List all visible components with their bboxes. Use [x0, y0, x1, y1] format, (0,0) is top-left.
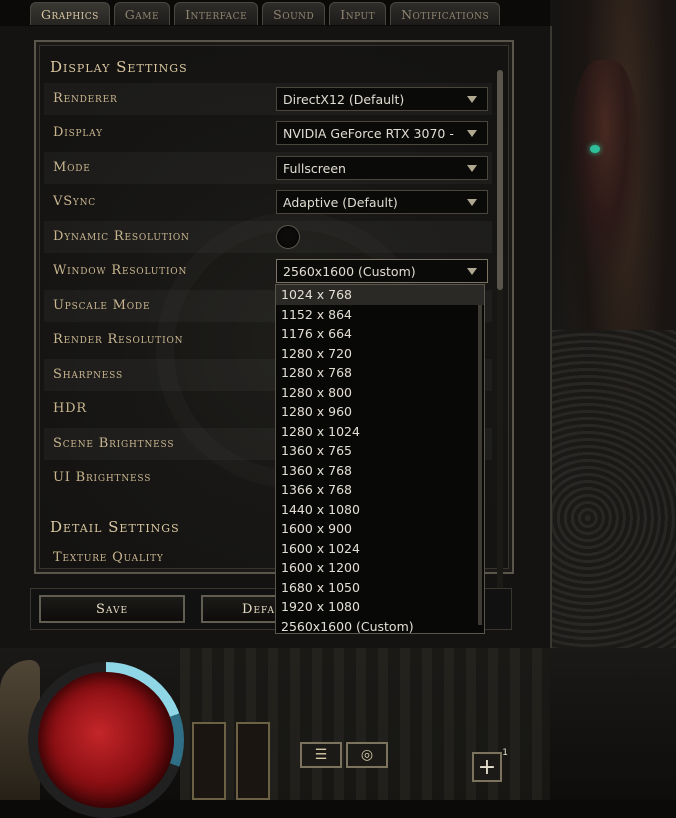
mode-select[interactable]: Fullscreen [276, 156, 488, 180]
resolution-option[interactable]: 1176 x 664 [276, 324, 484, 344]
flask-slot-1[interactable] [192, 722, 226, 800]
window-resolution-select[interactable]: 2560x1600 (Custom) [276, 259, 488, 283]
resolution-option[interactable]: 1280 x 960 [276, 402, 484, 422]
life-orb [38, 672, 174, 808]
display-label: Display [53, 125, 103, 140]
defaults-button[interactable]: Defa [201, 595, 281, 623]
row-mode: Mode Fullscreen [44, 152, 492, 184]
dynamic-resolution-label: Dynamic Resolution [53, 229, 190, 244]
detail-settings-title: Detail Settings [50, 518, 180, 536]
menu-icon: ☰ [314, 747, 328, 763]
resolution-option[interactable]: 1280 x 1024 [276, 422, 484, 442]
resolution-option[interactable]: 1152 x 864 [276, 305, 484, 325]
chevron-down-icon [467, 165, 477, 172]
mode-label: Mode [53, 160, 91, 175]
vsync-value: Adaptive (Default) [283, 195, 398, 210]
resolution-dropdown-list[interactable]: 1024 x 768 1152 x 864 1176 x 664 1280 x … [275, 284, 485, 634]
row-window-resolution: Window Resolution 2560x1600 (Custom) [44, 255, 492, 287]
display-settings-title: Display Settings [50, 58, 188, 76]
display-value: NVIDIA GeForce RTX 3070 - [283, 126, 454, 141]
window-resolution-value: 2560x1600 (Custom) [283, 264, 416, 279]
resolution-option[interactable]: 1600 x 900 [276, 519, 484, 539]
renderer-label: Renderer [53, 91, 118, 106]
row-dynamic-resolution: Dynamic Resolution [44, 221, 492, 253]
vsync-label: VSync [53, 194, 96, 209]
resolution-option[interactable]: 1366 x 768 [276, 480, 484, 500]
resolution-option[interactable]: 1360 x 768 [276, 461, 484, 481]
resolution-option[interactable]: 1600 x 1024 [276, 539, 484, 559]
tab-sound[interactable]: Sound [262, 2, 326, 25]
flask-slot-2[interactable] [236, 722, 270, 800]
scrollbar-thumb[interactable] [497, 70, 503, 290]
menu-button[interactable]: ☰ [300, 742, 342, 768]
currency-button[interactable]: ◎ [346, 742, 388, 768]
character-figure [570, 60, 640, 280]
resolution-option[interactable]: 2560x1600 (Custom) [276, 617, 484, 637]
chevron-down-icon [467, 130, 477, 137]
tab-interface[interactable]: Interface [174, 2, 259, 25]
resolution-option[interactable]: 1440 x 1080 [276, 500, 484, 520]
texture-quality-label: Texture Quality [53, 550, 164, 565]
row-renderer: Renderer DirectX12 (Default) [44, 83, 492, 115]
tab-input[interactable]: Input [329, 2, 387, 25]
chevron-down-icon [467, 96, 477, 103]
vsync-select[interactable]: Adaptive (Default) [276, 190, 488, 214]
gem-glow [590, 145, 600, 153]
dynamic-resolution-toggle[interactable] [276, 225, 300, 249]
render-resolution-label: Render Resolution [53, 332, 184, 347]
scene-brightness-label: Scene Brightness [53, 436, 175, 451]
resolution-option[interactable]: 1280 x 800 [276, 383, 484, 403]
renderer-select[interactable]: DirectX12 (Default) [276, 87, 488, 111]
display-select[interactable]: NVIDIA GeForce RTX 3070 - [276, 121, 488, 145]
settings-tabs: Graphics Game Interface Sound Input Noti… [30, 2, 501, 26]
resolution-option[interactable]: 1280 x 768 [276, 363, 484, 383]
row-display: Display NVIDIA GeForce RTX 3070 - [44, 117, 492, 149]
window-resolution-label: Window Resolution [53, 263, 188, 278]
row-vsync: VSync Adaptive (Default) [44, 186, 492, 218]
mode-value: Fullscreen [283, 161, 346, 176]
save-button[interactable]: Save [39, 595, 185, 623]
upscale-mode-label: Upscale Mode [53, 298, 151, 313]
resolution-option[interactable]: 1920 x 1080 [276, 597, 484, 617]
resolution-option[interactable]: 1360 x 765 [276, 441, 484, 461]
skill-points-badge: 1 [502, 748, 508, 758]
tab-graphics[interactable]: Graphics [30, 2, 110, 25]
tab-notifications[interactable]: Notifications [390, 2, 501, 25]
resolution-option[interactable]: 1280 x 720 [276, 344, 484, 364]
chevron-down-icon [467, 268, 477, 275]
resolution-option[interactable]: 1600 x 1200 [276, 558, 484, 578]
tab-game[interactable]: Game [113, 2, 171, 25]
plus-icon: + [477, 754, 497, 780]
coins-icon: ◎ [360, 747, 374, 763]
hdr-label: HDR [53, 401, 87, 416]
chevron-down-icon [467, 199, 477, 206]
resolution-option[interactable]: 1680 x 1050 [276, 578, 484, 598]
skill-points-button[interactable]: + 1 [472, 748, 508, 782]
renderer-value: DirectX12 (Default) [283, 92, 405, 107]
sharpness-label: Sharpness [53, 367, 123, 382]
settings-scrollbar[interactable] [497, 70, 503, 590]
ui-brightness-label: UI Brightness [53, 470, 152, 485]
resolution-option[interactable]: 1024 x 768 [276, 285, 484, 305]
dropdown-scrollbar[interactable] [478, 305, 482, 625]
